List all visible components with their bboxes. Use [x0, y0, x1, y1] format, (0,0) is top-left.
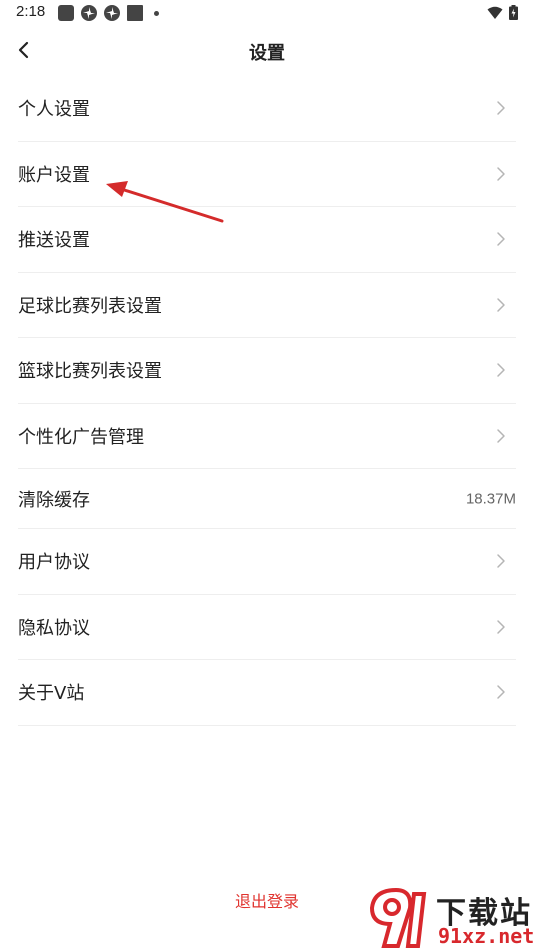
row-label: 账户设置 [18, 164, 90, 186]
battery-icon [509, 5, 518, 20]
cache-size-value: 18.37M [465, 490, 516, 507]
pinwheel-notification-icon [81, 5, 97, 21]
row-label: 清除缓存 [18, 489, 90, 511]
settings-row-personal[interactable]: 个人设置 [18, 76, 516, 142]
row-label: 足球比赛列表设置 [18, 295, 162, 317]
notification-icons [58, 5, 159, 21]
chevron-right-icon [497, 167, 505, 181]
logout-button[interactable]: 退出登录 [0, 888, 534, 912]
nav-bar: 设置 [0, 28, 534, 74]
app-notification-icon [58, 5, 74, 21]
settings-list: 个人设置 账户设置 推送设置 足球比赛列表设置 篮球比赛列表设置 个性化广告管理… [18, 76, 516, 726]
row-label: 篮球比赛列表设置 [18, 361, 162, 383]
settings-row-football-list[interactable]: 足球比赛列表设置 [18, 273, 516, 338]
page-title: 设置 [249, 43, 285, 64]
row-label: 隐私协议 [18, 617, 90, 639]
chevron-right-icon [497, 620, 505, 634]
system-icons [487, 5, 518, 20]
chevron-right-icon [497, 363, 505, 377]
status-time: 2:18 [16, 3, 46, 20]
more-notifications-dot-icon [154, 10, 159, 16]
row-label: 关于V站 [18, 683, 85, 705]
chevron-right-icon [497, 685, 505, 699]
chevron-right-icon [497, 101, 505, 115]
chevron-right-icon [497, 298, 505, 312]
row-label: 用户协议 [18, 552, 90, 574]
settings-row-about[interactable]: 关于V站 [18, 660, 516, 726]
row-label: 个人设置 [18, 99, 90, 121]
square-notification-icon [127, 5, 143, 21]
chevron-right-icon [497, 232, 505, 246]
settings-row-basketball-list[interactable]: 篮球比赛列表设置 [18, 338, 516, 404]
status-bar: 2:18 [0, 0, 534, 28]
chevron-right-icon [497, 429, 505, 443]
row-label: 推送设置 [18, 230, 90, 252]
settings-row-push[interactable]: 推送设置 [18, 207, 516, 273]
settings-row-personalized-ads[interactable]: 个性化广告管理 [18, 404, 516, 469]
row-label: 个性化广告管理 [18, 426, 144, 448]
settings-row-user-agreement[interactable]: 用户协议 [18, 529, 516, 595]
settings-row-privacy-agreement[interactable]: 隐私协议 [18, 595, 516, 660]
wifi-icon [487, 6, 503, 19]
chevron-right-icon [497, 554, 505, 568]
settings-row-clear-cache[interactable]: 清除缓存 18.37M [18, 469, 516, 529]
settings-screen: 2:18 设置 个人设置 账户设置 推送设置 足球比赛列表设置 篮球比赛列表设置… [0, 0, 534, 950]
watermark-domain: 91xz.net [438, 924, 534, 948]
settings-row-account[interactable]: 账户设置 [18, 142, 516, 207]
pinwheel-notification-icon-2 [104, 5, 120, 21]
